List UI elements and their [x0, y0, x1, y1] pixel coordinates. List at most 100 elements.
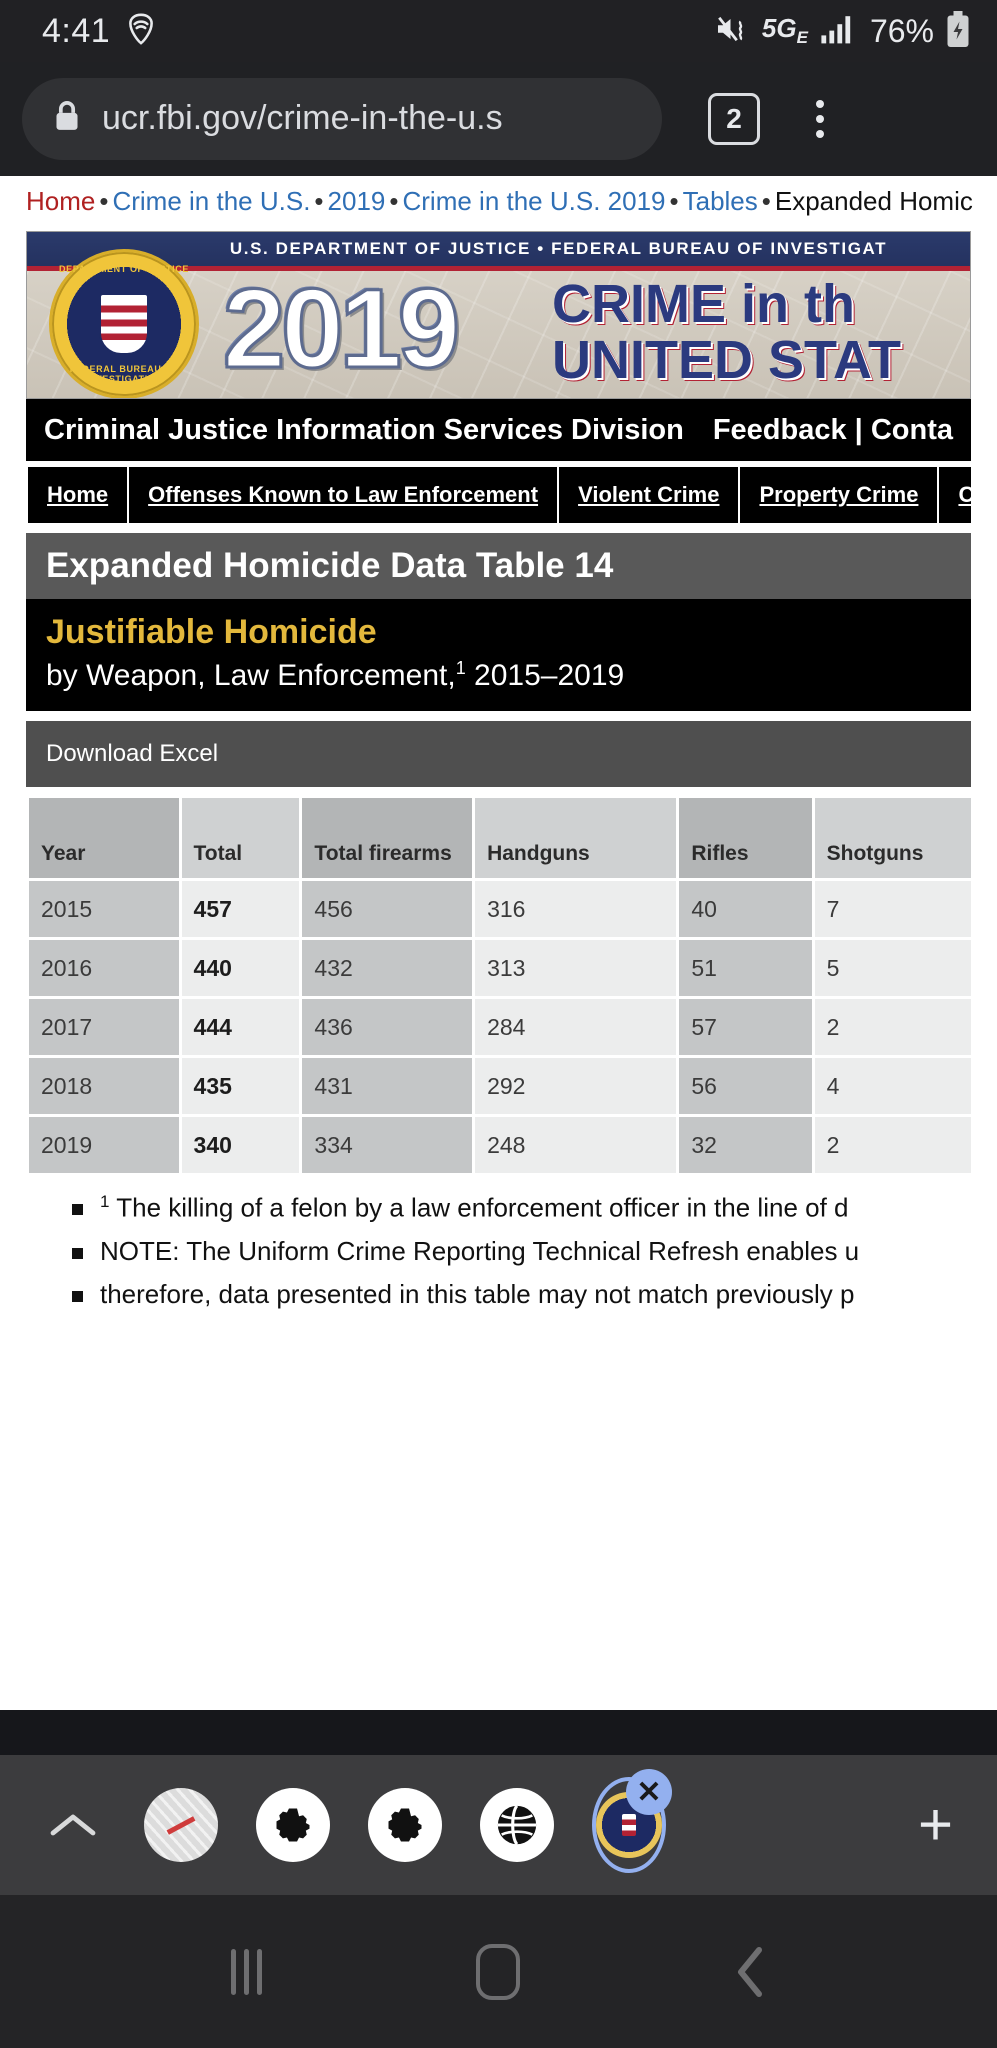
table-head: Year Total Total firearms Handguns Rifle…: [29, 798, 971, 878]
note-item-continued: therefore, data presented in this table …: [70, 1277, 971, 1312]
banner-agency-label: U.S. DEPARTMENT OF JUSTICE • FEDERAL BUR…: [229, 239, 888, 258]
web-page-content: Home • Crime in the U.S. • 2019 • Crime in the…: [0, 176, 997, 1710]
cell-handguns: 292: [475, 1058, 677, 1114]
battery-charging-icon: [945, 10, 971, 52]
cell-shotguns: 4: [814, 1058, 971, 1114]
cell-rifles: 32: [679, 1117, 812, 1173]
justifiable-homicide-table: Year Total Total firearms Handguns Rifle…: [26, 795, 971, 1176]
breadcrumb-separator: •: [314, 186, 324, 216]
tab-counter-button[interactable]: 2: [708, 92, 760, 145]
overflow-menu-icon[interactable]: [816, 99, 824, 138]
fbi-banner: U.S. DEPARTMENT OF JUSTICE • FEDERAL BUR…: [26, 231, 971, 399]
table-row: 2018 435 431 292 56 4 79: [29, 1058, 971, 1114]
cell-total-firearms: 431: [302, 1058, 473, 1114]
tab-thumbnail-gear-1[interactable]: [256, 1788, 330, 1862]
close-tab-button[interactable]: ✕: [626, 1769, 672, 1815]
breadcrumb-separator: •: [99, 186, 109, 216]
cell-total-firearms: 436: [302, 999, 473, 1055]
new-tab-button[interactable]: +: [918, 1795, 953, 1855]
banner-year: 2019: [221, 266, 461, 391]
nav-item-offenses-known[interactable]: Offenses Known to Law Enforcement: [129, 467, 560, 523]
cell-total: 440: [181, 940, 300, 996]
breadcrumb-item-home[interactable]: Home: [26, 186, 95, 216]
table-row: 2017 444 436 284 57 2 93: [29, 999, 971, 1055]
home-icon[interactable]: [453, 1927, 543, 2017]
nav-item-home[interactable]: Home: [26, 467, 130, 523]
cell-rifles: 57: [679, 999, 812, 1055]
cell-year: 2015: [29, 881, 179, 937]
back-icon[interactable]: [706, 1927, 796, 2017]
breadcrumb-item-current: Expanded Homic: [774, 186, 973, 216]
note-line-1: NOTE: The Uniform Crime Reporting Techni…: [100, 1236, 860, 1267]
table-header-row: Year Total Total firearms Handguns Rifle…: [29, 798, 971, 878]
battery-percent-label: 76%: [869, 12, 934, 49]
breadcrumb-item-tables[interactable]: Tables: [683, 186, 758, 216]
cell-rifles: 51: [679, 940, 812, 996]
table-subtitle-footnote-marker: 1: [455, 658, 466, 678]
page-title: Expanded Homicide Data Table 14: [26, 533, 971, 599]
status-bar-left: 4:41: [42, 12, 158, 51]
cell-total-firearms: 334: [302, 1117, 473, 1173]
breadcrumb-separator: •: [389, 186, 399, 216]
column-header-total: Total: [181, 798, 300, 878]
cell-total: 457: [181, 881, 300, 937]
nav-item-property-crime[interactable]: Property Crime: [740, 467, 940, 523]
tab-thumbnail-map[interactable]: [144, 1788, 218, 1862]
seal-bottom-text: FEDERAL BUREAU OF INVESTIGATION: [69, 364, 179, 384]
cellular-signal-icon: [819, 13, 859, 50]
tab-thumbnail-fbi-active[interactable]: ✕: [592, 1769, 672, 1873]
active-tab-ring: ✕: [592, 1769, 672, 1873]
column-header-rifles: Rifles: [679, 798, 812, 878]
banner-title-line1: CRIME in th: [552, 274, 855, 334]
column-header-year: Year: [29, 798, 179, 878]
table-notes: 1 The killing of a felon by a law enforc…: [70, 1190, 971, 1269]
cell-shotguns: 2: [814, 999, 971, 1055]
cell-rifles: 40: [679, 881, 812, 937]
nav-item-clearances[interactable]: Clearances: [939, 467, 971, 523]
table-row: 2019 340 334 248 32 2 52: [29, 1117, 971, 1173]
note-item: NOTE: The Uniform Crime Reporting Techni…: [70, 1234, 971, 1269]
cell-year: 2016: [29, 940, 179, 996]
table-subtitle-highlight: Justifiable Homicide: [46, 613, 377, 651]
page-title-label: Expanded Homicide Data Table 14: [46, 546, 614, 585]
column-header-total-firearms: Total firearms: [302, 798, 473, 878]
wifi-icon: [124, 12, 158, 51]
url-text[interactable]: ucr.fbi.gov/crime-in-the-u.s: [102, 99, 503, 138]
footnote-item: 1 The killing of a felon by a law enforc…: [70, 1190, 971, 1226]
table-row: 2016 440 432 313 51 5 63: [29, 940, 971, 996]
seal-top-text: DEPARTMENT OF JUSTICE: [59, 264, 189, 274]
network-type-label: 5GE: [761, 13, 808, 48]
cell-year: 2019: [29, 1117, 179, 1173]
cell-total-firearms: 432: [302, 940, 473, 996]
breadcrumb-separator: •: [669, 186, 679, 216]
cell-handguns: 313: [475, 940, 677, 996]
tab-thumbnail-globe[interactable]: [480, 1788, 554, 1862]
table-row: 2015 457 456 316 40 7 93: [29, 881, 971, 937]
banner-agency-bar: U.S. DEPARTMENT OF JUSTICE • FEDERAL BUR…: [27, 232, 970, 266]
status-bar-right: 5GE 76%: [715, 10, 971, 52]
phone-screen: 4:41 5GE 76% ucr.fbi.gov/crime-in-the-u.…: [0, 0, 997, 2048]
site-nav: Home Offenses Known to Law Enforcement V…: [26, 467, 971, 523]
lock-icon: [52, 99, 82, 138]
cell-year: 2017: [29, 999, 179, 1055]
breadcrumb-item-crime-in-the-us-2019[interactable]: Crime in the U.S. 2019: [402, 186, 665, 216]
breadcrumb-item-crime-in-the-us[interactable]: Crime in the U.S.: [112, 186, 310, 216]
cjis-division-label: Criminal Justice Information Services Di…: [44, 413, 684, 446]
table-notes-continued: therefore, data presented in this table …: [70, 1277, 971, 1312]
cjis-links[interactable]: Feedback | Conta: [713, 414, 953, 447]
status-time: 4:41: [42, 11, 111, 50]
nav-item-violent-crime[interactable]: Violent Crime: [559, 467, 741, 523]
chevron-up-icon[interactable]: [44, 1796, 102, 1854]
breadcrumb-item-2019[interactable]: 2019: [328, 186, 386, 216]
recents-icon[interactable]: [201, 1927, 291, 2017]
note-line-2: therefore, data presented in this table …: [100, 1279, 855, 1310]
fbi-seal-icon: DEPARTMENT OF JUSTICE FEDERAL BUREAU OF …: [49, 249, 199, 398]
tab-thumbnail-gear-2[interactable]: [368, 1788, 442, 1862]
banner-body: DEPARTMENT OF JUSTICE FEDERAL BUREAU OF …: [27, 249, 970, 398]
browser-chrome-gap: [0, 1710, 997, 1755]
download-bar: Download Excel: [26, 721, 971, 787]
android-navigation-bar: [0, 1895, 997, 2048]
address-bar[interactable]: ucr.fbi.gov/crime-in-the-u.s: [22, 77, 662, 160]
download-excel-link[interactable]: Download Excel: [46, 740, 218, 768]
cell-shotguns: 7: [814, 881, 971, 937]
